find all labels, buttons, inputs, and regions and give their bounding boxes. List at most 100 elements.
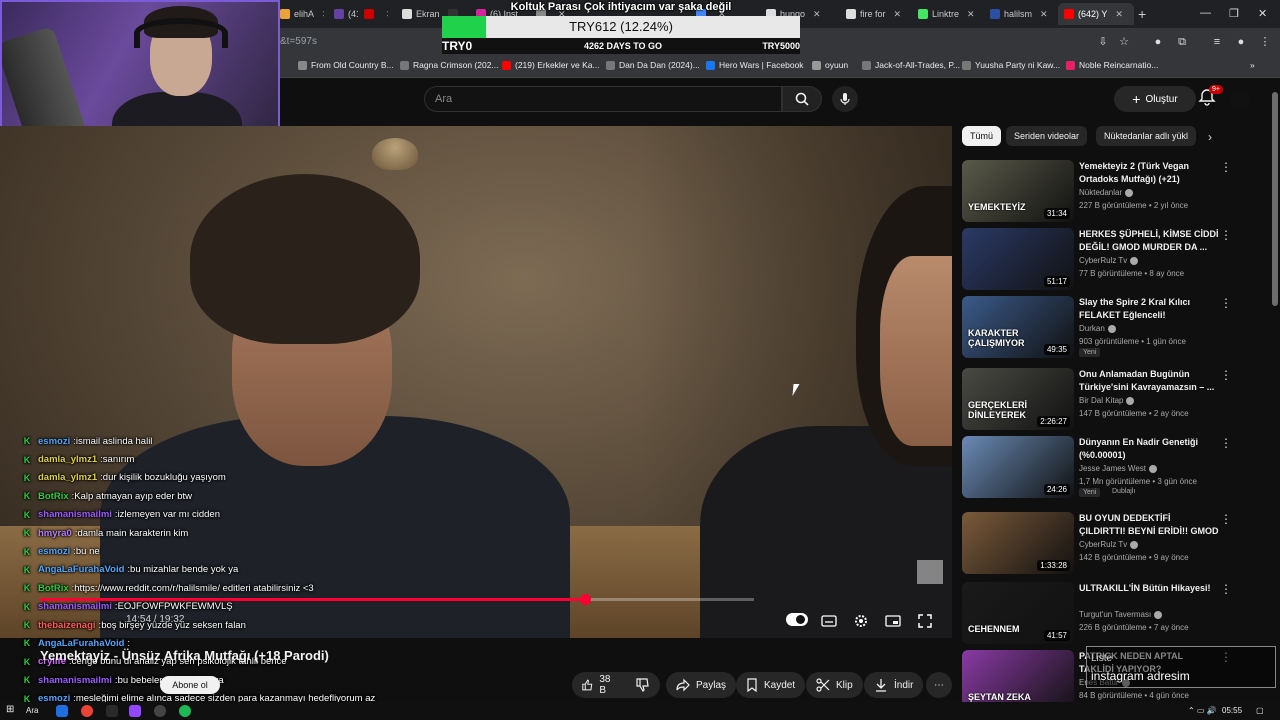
more-vertical-icon[interactable]: ⋮: [1220, 436, 1232, 450]
recommended-video[interactable]: YEMEKTEYİZ 31:34 Yemekteyiz 2 (Türk Vegan …: [962, 160, 1262, 224]
create-button[interactable]: + Oluştur: [1114, 86, 1196, 112]
video-thumbnail[interactable]: 24:26: [962, 436, 1074, 498]
browser-tab[interactable]: fire for ✕: [840, 3, 908, 25]
tab-close-icon[interactable]: ✕: [322, 9, 324, 20]
recommended-video[interactable]: 1:33:28 BU OYUN DEDEKTİFİ ÇILDIRTTI! BEYN…: [962, 512, 1262, 576]
tray-icons[interactable]: ⌃ ▭ 🔊: [1188, 706, 1217, 715]
more-vertical-icon[interactable]: ⋮: [1220, 368, 1232, 382]
like-button[interactable]: 38 B: [572, 672, 626, 698]
video-thumbnail[interactable]: 51:17: [962, 228, 1074, 290]
browser-tab[interactable]: (41✕: [328, 3, 358, 25]
settings-button[interactable]: [850, 610, 872, 632]
tab-close-icon[interactable]: ✕: [894, 9, 902, 20]
channel-line[interactable]: Bir Dal Kitap: [1079, 396, 1135, 405]
install-icon[interactable]: ⇩: [1096, 35, 1110, 49]
bookmark-star-icon[interactable]: ☆: [1117, 35, 1131, 49]
recommended-video[interactable]: CEHENNEM 41:57 ULTRAKILL'İN Bütün Hikayesi…: [962, 582, 1262, 646]
tab-close-icon[interactable]: ✕: [1040, 9, 1048, 20]
chrome-icon[interactable]: [81, 705, 93, 717]
channel-line[interactable]: Jesse James West: [1079, 464, 1157, 473]
bookmark-item[interactable]: Hero Wars | Facebook: [706, 60, 804, 70]
url-text[interactable]: &t=597s: [280, 36, 317, 47]
filter-chip[interactable]: Seriden videolar: [1006, 126, 1088, 146]
browser-tab[interactable]: Linktre ✕: [912, 3, 978, 25]
recommended-video[interactable]: 24:26 Dünyanın En Nadir Genetiği (%0.0000…: [962, 436, 1262, 500]
minimize-icon[interactable]: —: [1200, 7, 1211, 19]
bookmark-item[interactable]: (219) Erkekler ve Ka...: [502, 60, 600, 70]
more-vertical-icon[interactable]: ⋮: [1220, 160, 1232, 174]
browser-tab[interactable]: (642) Y ✕: [1058, 3, 1134, 25]
channel-name[interactable]: Jesse James West: [1079, 464, 1146, 473]
chevron-right-icon[interactable]: ›: [1208, 130, 1212, 144]
windows-start-icon[interactable]: ⊞: [6, 704, 14, 715]
browser-tab[interactable]: halilsm ✕: [984, 3, 1054, 25]
voice-search-button[interactable]: [832, 86, 858, 112]
video-thumbnail[interactable]: 1:33:28: [962, 512, 1074, 574]
browser-tab[interactable]: elihA ✕: [274, 3, 324, 25]
recommended-video-title[interactable]: Yemekteyiz 2 (Türk Vegan Ortadoks Mutfağ…: [1079, 160, 1219, 185]
video-thumbnail[interactable]: CEHENNEM 41:57: [962, 582, 1074, 644]
close-window-icon[interactable]: ✕: [1258, 7, 1267, 20]
channel-name[interactable]: Turgut'un Taverması: [1079, 610, 1151, 619]
channel-line[interactable]: Durkan: [1079, 324, 1116, 333]
notifications-tray-icon[interactable]: ▢: [1256, 706, 1264, 715]
subtitles-button[interactable]: [818, 610, 840, 632]
more-vertical-icon[interactable]: ⋮: [1220, 582, 1232, 596]
tab-close-icon[interactable]: ✕: [813, 9, 821, 20]
filter-chip[interactable]: Tümü: [962, 126, 1002, 146]
taskbar-app-icon[interactable]: [56, 705, 68, 717]
bookmark-item[interactable]: Noble Reincarnatio...: [1066, 60, 1158, 70]
account-avatar[interactable]: [1230, 89, 1250, 109]
recommended-video[interactable]: 51:17 HERKES ŞÜPHELİ, KİMSE CİDDİ DEĞİL! …: [962, 228, 1262, 292]
search-button[interactable]: [782, 86, 822, 112]
new-tab-button[interactable]: +: [1138, 6, 1146, 22]
page-scrollbar[interactable]: [1272, 92, 1278, 306]
channel-line[interactable]: CyberRulz Tv: [1079, 256, 1139, 265]
more-vertical-icon[interactable]: ⋮: [1220, 228, 1232, 242]
spotify-icon[interactable]: [179, 705, 191, 717]
obs-icon[interactable]: [154, 705, 166, 717]
tab-close-icon[interactable]: ✕: [967, 9, 975, 20]
more-vertical-icon[interactable]: ⋮: [1220, 296, 1232, 310]
bookmark-item[interactable]: oyuun: [812, 60, 848, 70]
tab-close-icon[interactable]: ✕: [1115, 9, 1123, 20]
taskbar-search-label[interactable]: Ara: [26, 706, 38, 715]
bookmark-item[interactable]: Jack-of-All-Trades, P...: [862, 60, 960, 70]
recommended-video-title[interactable]: Onu Anlamadan Bugünün Türkiye'sini Kavra…: [1079, 368, 1219, 393]
download-button[interactable]: İndir: [864, 672, 924, 698]
twitch-icon[interactable]: [129, 705, 141, 717]
dislike-button[interactable]: [626, 672, 660, 698]
fullscreen-button[interactable]: [914, 610, 936, 632]
more-actions-button[interactable]: ⋯: [926, 672, 952, 698]
autoplay-toggle[interactable]: [786, 613, 808, 626]
bookmark-item[interactable]: From Old Country B...: [298, 60, 394, 70]
recommended-video-title[interactable]: Slay the Spire 2 Kral Kılıcı FELAKET Eğl…: [1079, 296, 1219, 321]
video-thumbnail[interactable]: YEMEKTEYİZ 31:34: [962, 160, 1074, 222]
tab-close-icon[interactable]: ✕: [386, 9, 388, 20]
recommended-video-title[interactable]: ULTRAKILL'İN Bütün Hikayesi!: [1079, 582, 1219, 595]
bookmarks-overflow-icon[interactable]: »: [1250, 60, 1255, 70]
channel-name[interactable]: Durkan: [1079, 324, 1105, 333]
menu-dots-icon[interactable]: ⋮: [1258, 35, 1272, 49]
channel-name[interactable]: Bir Dal Kitap: [1079, 396, 1123, 405]
bookmark-item[interactable]: Dan Da Dan (2024)...: [606, 60, 700, 70]
recommended-video-title[interactable]: BU OYUN DEDEKTİFİ ÇILDIRTTI! BEYNİ ERİDİ…: [1079, 512, 1219, 537]
channel-name[interactable]: CyberRulz Tv: [1079, 256, 1127, 265]
video-thumbnail[interactable]: KARAKTER ÇALIŞMIYOR 49:35: [962, 296, 1074, 358]
more-vertical-icon[interactable]: ⋮: [1220, 512, 1232, 526]
channel-watermark[interactable]: [917, 560, 943, 584]
browser-tab[interactable]: Ekran✕: [396, 3, 440, 25]
save-button[interactable]: Kaydet: [736, 672, 806, 698]
video-thumbnail[interactable]: GERÇEKLERİ DİNLEYEREK 2:26:27: [962, 368, 1074, 430]
channel-name[interactable]: CyberRulz Tv: [1079, 540, 1127, 549]
channel-line[interactable]: Nüktedanlar: [1079, 188, 1134, 197]
share-button[interactable]: Paylaş: [666, 672, 737, 698]
channel-line[interactable]: CyberRulz Tv: [1079, 540, 1139, 549]
subscribe-button[interactable]: Abone ol: [160, 676, 220, 694]
filter-chip[interactable]: Nüktedanlar adlı yükl: [1096, 126, 1197, 146]
extensions-icon[interactable]: ⧉: [1175, 35, 1189, 49]
bookmark-item[interactable]: Ragna Crimson (202...: [400, 60, 499, 70]
recommended-video-title[interactable]: Dünyanın En Nadir Genetiği (%0.00001): [1079, 436, 1219, 461]
channel-name[interactable]: Nüktedanlar: [1079, 188, 1122, 197]
notifications-button[interactable]: 9+: [1198, 85, 1223, 110]
